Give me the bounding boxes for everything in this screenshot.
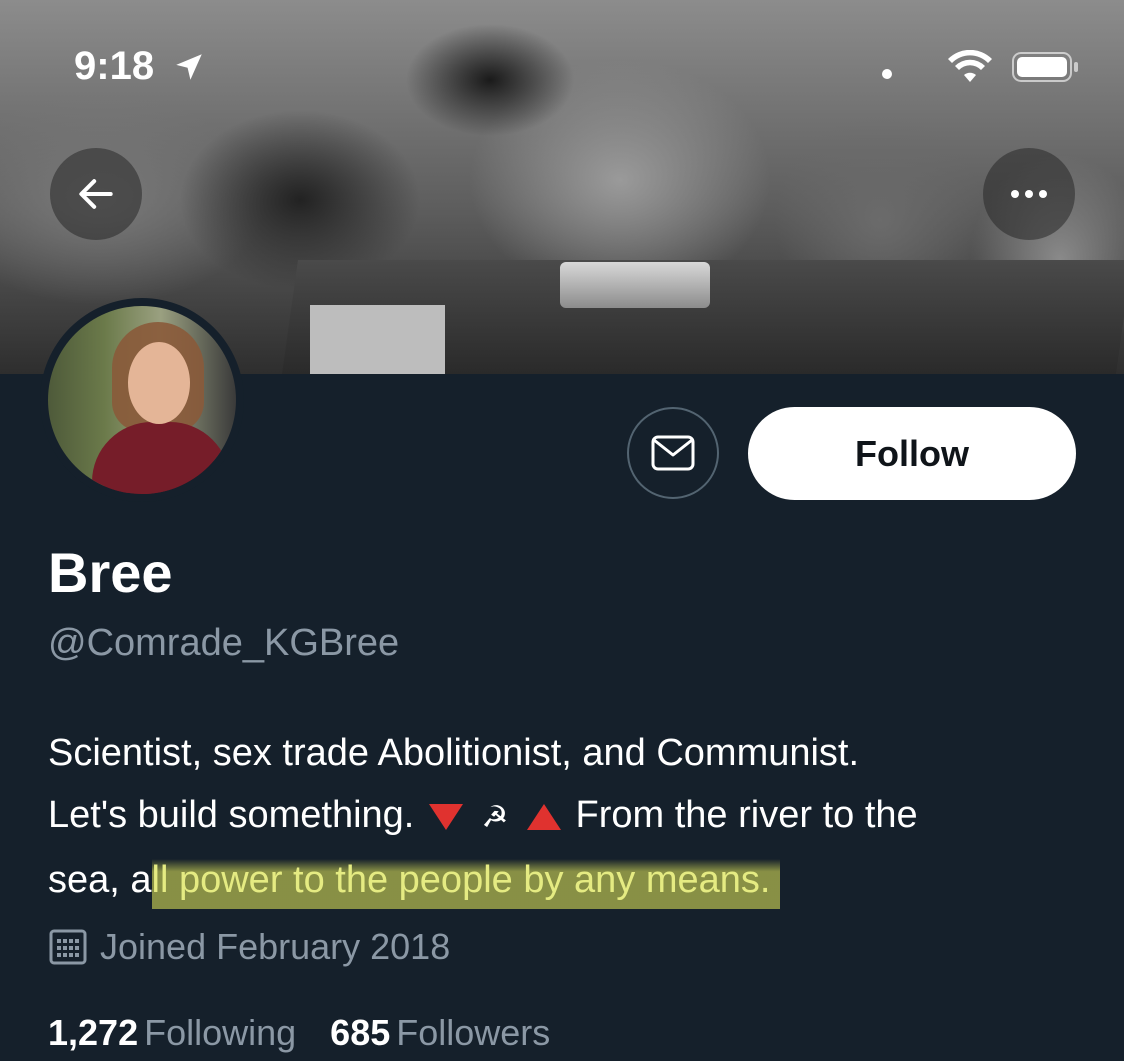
bio-text: sea, a bbox=[48, 859, 152, 901]
bio-line-2: Let's build something. ☭ From the river … bbox=[48, 784, 1098, 849]
following-count: 1,272 bbox=[48, 1012, 139, 1053]
wifi-icon bbox=[948, 50, 992, 82]
joined-date: Joined February 2018 bbox=[48, 926, 450, 968]
banner-recorder bbox=[560, 262, 710, 308]
battery-icon bbox=[1012, 52, 1078, 82]
mail-icon bbox=[651, 435, 695, 471]
hammer-sickle-icon: ☭ bbox=[481, 801, 509, 834]
following-link[interactable]: 1,272 Following bbox=[48, 1012, 296, 1054]
arrow-left-icon bbox=[79, 179, 113, 209]
bio-line-3: sea, all power to the people by any mean… bbox=[48, 849, 1098, 911]
status-bar: 9:18 bbox=[0, 38, 1124, 98]
avatar-face bbox=[128, 342, 190, 424]
banner-flag bbox=[310, 305, 445, 374]
bio-text: From the river to the bbox=[575, 794, 918, 836]
bio-line-1: Scientist, sex trade Abolitionist, and C… bbox=[48, 732, 860, 774]
avatar-clothing bbox=[92, 422, 230, 494]
avatar-photo bbox=[48, 306, 236, 494]
following-label: Following bbox=[144, 1012, 297, 1053]
user-handle: @Comrade_KGBree bbox=[48, 622, 400, 664]
profile-bio: Scientist, sex trade Abolitionist, and C… bbox=[48, 722, 1098, 911]
more-options-button[interactable] bbox=[983, 148, 1075, 240]
display-name: Bree bbox=[48, 541, 173, 604]
red-triangle-up-icon bbox=[526, 803, 561, 830]
joined-text: Joined February 2018 bbox=[100, 926, 451, 967]
follow-stats: 1,272 Following 685 Followers bbox=[48, 1012, 550, 1054]
more-horizontal-icon bbox=[1011, 190, 1047, 198]
red-triangle-down-icon bbox=[428, 803, 463, 830]
status-time: 9:18 bbox=[74, 44, 155, 88]
location-arrow-icon bbox=[176, 54, 202, 80]
profile-avatar[interactable] bbox=[40, 298, 244, 502]
followers-label: Followers bbox=[396, 1012, 551, 1053]
follow-button[interactable]: Follow bbox=[748, 407, 1076, 500]
bio-text: Let's build something. bbox=[48, 794, 415, 836]
privacy-dot-icon bbox=[882, 69, 892, 79]
message-button[interactable] bbox=[627, 407, 719, 499]
followers-count: 685 bbox=[330, 1012, 391, 1053]
back-button[interactable] bbox=[50, 148, 142, 240]
calendar-icon bbox=[49, 929, 87, 965]
followers-link[interactable]: 685 Followers bbox=[330, 1012, 550, 1054]
highlighted-text: ll power to the people by any means. bbox=[151, 859, 781, 909]
